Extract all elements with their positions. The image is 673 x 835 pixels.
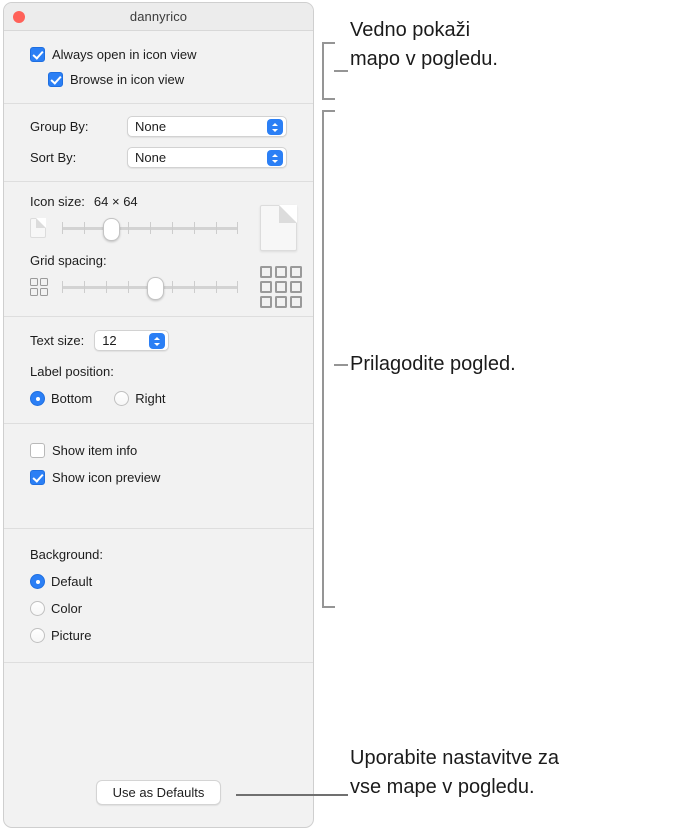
label-position-label: Label position: [30,364,114,379]
slider-tick [62,222,63,234]
slider-tick [216,281,217,293]
group-by-value: None [135,119,167,134]
icon-size-slider-thumb[interactable] [103,218,120,241]
text-size-popup[interactable]: 12 [94,330,170,351]
chevron-updown-icon [267,150,283,166]
slider-tick [150,222,151,234]
always-open-checkbox[interactable] [30,47,45,62]
label-position-options-row: Bottom Right [4,386,313,411]
slider-tick [194,281,195,293]
large-document-icon [260,205,297,251]
window-titlebar: dannyrico [4,3,313,31]
slider-tick [194,222,195,234]
grid-spacing-slider-row [4,266,313,308]
show-item-info-checkbox[interactable] [30,443,45,458]
background-default-radio[interactable] [30,574,45,589]
icon-size-slider[interactable] [62,215,238,241]
show-item-info-label: Show item info [52,443,138,458]
slider-tick [216,222,217,234]
text-section: Text size: 12 Label position: Bottom Rig… [4,317,313,424]
show-item-info-row[interactable]: Show item info [4,438,313,463]
callout-leader-bottom [236,794,348,796]
background-picture-label: Picture [51,628,92,643]
slider-tick [237,222,238,234]
label-position-bottom-radio[interactable] [30,391,45,406]
text-size-row: Text size: 12 [4,328,313,353]
background-default-label: Default [51,574,93,589]
show-icon-preview-row[interactable]: Show icon preview [4,465,313,490]
always-open-in-icon-view-row[interactable]: Always open in icon view [4,42,313,67]
footer-area: Use as Defaults [4,780,313,805]
grid-spacing-slider-thumb[interactable] [147,277,164,300]
callout-bracket-middle [322,110,335,608]
grid-spacing-slider[interactable] [62,274,238,300]
background-color-label: Color [51,601,83,616]
size-section: Icon size: 64 × 64 Grid spacing: [4,182,313,317]
background-color-radio[interactable] [30,601,45,616]
sort-by-value: None [135,150,167,165]
sort-by-label: Sort By: [30,150,77,165]
slider-tick [106,281,107,293]
callout-text-middle: Prilagodite pogled. [350,353,516,375]
text-size-value: 12 [102,333,117,348]
window-title: dannyrico [129,9,188,24]
always-open-label: Always open in icon view [52,47,197,62]
icon-view-section: Always open in icon view Browse in icon … [4,31,313,104]
view-options-window: dannyrico Always open in icon view Brows… [3,2,314,828]
background-color-row[interactable]: Color [4,596,313,621]
background-default-row[interactable]: Default [4,569,313,594]
arrange-section: Group By: None Sort By: None [4,104,313,182]
slider-tick [172,222,173,234]
slider-tick [128,222,129,234]
large-grid-icon [260,266,302,308]
background-label-row: Background: [4,542,313,567]
callout-text-top: Vedno pokaži mapo v pogledu. [350,19,498,70]
show-icon-preview-label: Show icon preview [52,470,161,485]
slider-tick [62,281,63,293]
sort-by-popup[interactable]: None [127,147,287,168]
show-icon-preview-checkbox[interactable] [30,470,45,485]
browse-in-icon-view-checkbox[interactable] [48,72,63,87]
text-size-label: Text size: [30,333,85,348]
info-section: Show item info Show icon preview [4,424,313,529]
slider-tick [128,281,129,293]
icon-size-value: 64 × 64 [93,194,138,209]
slider-tick [172,281,173,293]
group-by-label: Group By: [30,119,89,134]
group-by-row: Group By: None [4,114,313,139]
label-position-bottom-label: Bottom [51,391,93,406]
label-position-right-radio[interactable] [114,391,130,406]
use-as-defaults-button[interactable]: Use as Defaults [95,780,222,805]
group-by-popup[interactable]: None [127,116,287,137]
callout-stem-top [334,70,348,72]
background-section: Background: Default Color Picture [4,529,313,663]
label-position-row: Label position: [4,359,313,384]
callout-stem-middle [334,364,348,366]
slider-tick [237,281,238,293]
browse-in-icon-view-row[interactable]: Browse in icon view [4,67,313,92]
background-picture-row[interactable]: Picture [4,623,313,648]
close-button-icon[interactable] [13,11,25,23]
background-picture-radio[interactable] [30,628,45,643]
icon-size-slider-row [4,205,313,251]
chevron-updown-icon [149,333,166,349]
slider-tick [84,281,85,293]
label-position-right-label: Right [135,391,166,406]
callout-text-bottom: Uporabite nastavitve za vse mape v pogle… [350,747,560,798]
background-label: Background: [30,547,103,562]
grid-spacing-label: Grid spacing: [30,253,107,268]
small-document-icon [30,218,46,238]
icon-size-label: Icon size: [30,194,85,209]
sort-by-row: Sort By: None [4,145,313,170]
slider-tick [84,222,85,234]
small-grid-icon [30,278,48,296]
browse-in-icon-view-label: Browse in icon view [70,72,185,87]
chevron-updown-icon [267,119,283,135]
